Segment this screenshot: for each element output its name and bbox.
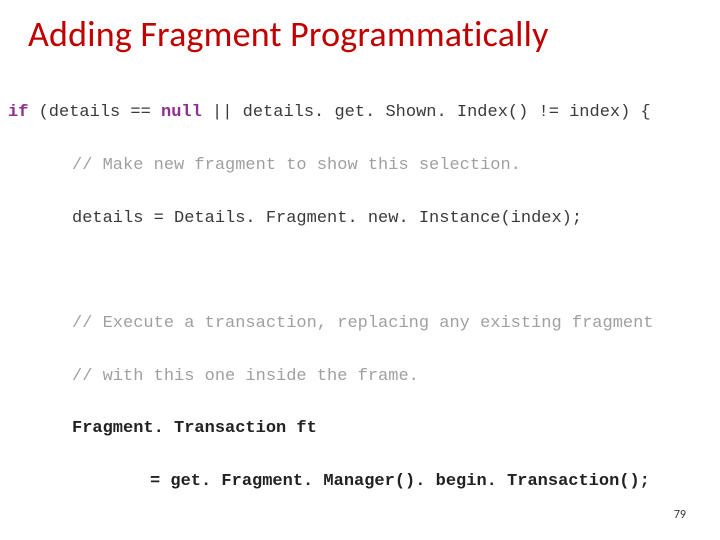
code-line: = get. Fragment. Manager(). begin. Trans… — [0, 469, 720, 495]
code-comment: // Execute a transaction, replacing any … — [0, 311, 720, 337]
code-block: if (details == null || details. get. Sho… — [0, 66, 720, 540]
code-line: Fragment. Transaction ft — [0, 416, 720, 442]
code-comment: // Make new fragment to show this select… — [0, 153, 720, 179]
slide: Adding Fragment Programmatically if (det… — [0, 0, 720, 540]
code-comment: // with this one inside the frame. — [0, 364, 720, 390]
code-line: details = Details. Fragment. new. Instan… — [0, 206, 720, 232]
slide-title: Adding Fragment Programmatically — [0, 12, 720, 66]
code-text: (details == — [28, 103, 161, 122]
code-text: || details. get. Shown. Index() != index… — [202, 103, 651, 122]
blank-line — [0, 522, 720, 540]
page-number: 79 — [674, 508, 686, 522]
blank-line — [0, 258, 720, 284]
keyword-if: if — [8, 103, 28, 122]
keyword-null: null — [161, 103, 202, 122]
code-line: if (details == null || details. get. Sho… — [0, 100, 720, 126]
